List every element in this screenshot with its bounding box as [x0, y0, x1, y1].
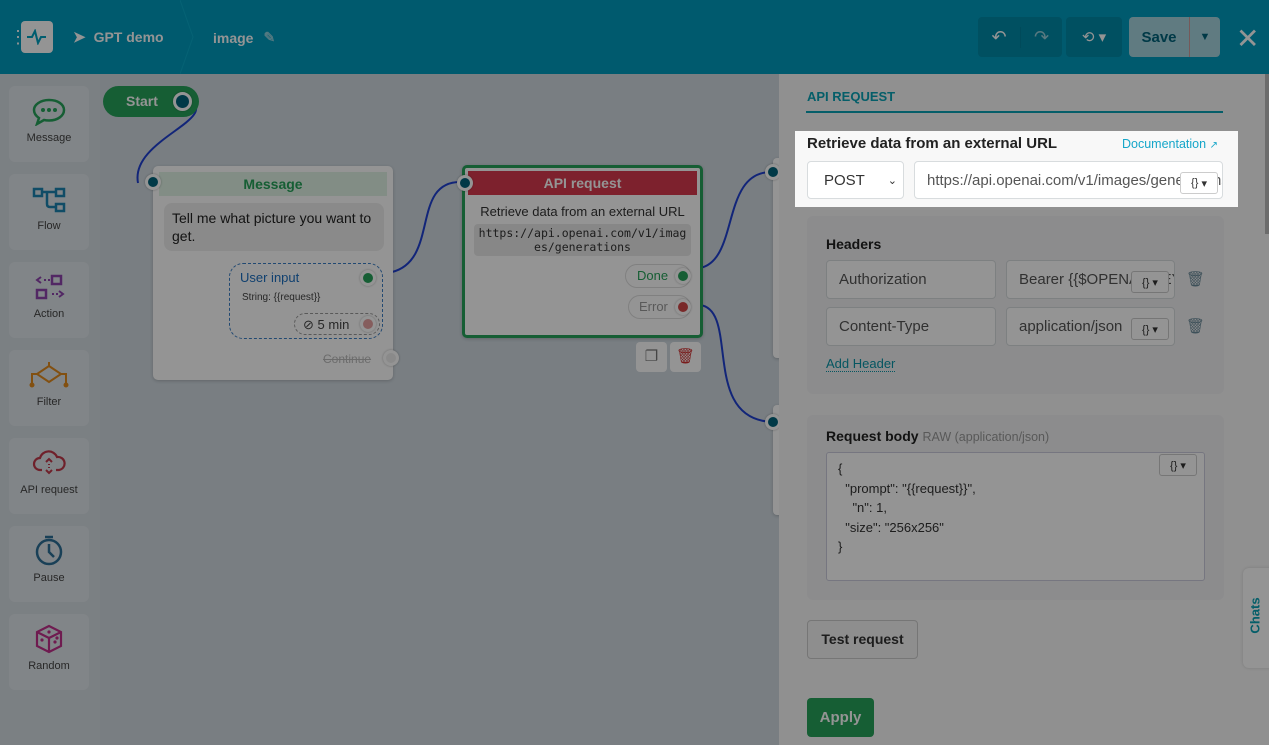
palette-item-action[interactable]: Action	[9, 262, 89, 338]
node-palette: Message Flow Action Filter API request P…	[0, 74, 100, 745]
body-type: RAW (application/json)	[922, 430, 1050, 444]
palette-label: API request	[20, 484, 78, 496]
header-value: application/json	[1019, 318, 1123, 335]
body-variable-button[interactable]: {} ▾	[1159, 454, 1197, 476]
palette-item-pause[interactable]: Pause	[9, 526, 89, 602]
save-dropdown-icon[interactable]: ▼	[1189, 17, 1220, 57]
palette-item-api-request[interactable]: API request	[9, 438, 89, 514]
start-label: Start	[126, 93, 158, 109]
header-key-input[interactable]: Content-Type	[826, 307, 996, 346]
cloud-icon	[32, 450, 66, 475]
panel-heading: Retrieve data from an external URL	[807, 135, 1058, 152]
history-icon: ⟲ ▾	[1081, 29, 1107, 46]
error-port[interactable]	[675, 299, 691, 315]
body-title: Request body	[826, 428, 919, 444]
api-node-description: Retrieve data from an external URL	[480, 204, 685, 219]
delete-node-button[interactable]: 🗑	[670, 342, 701, 372]
header-variable-button[interactable]: {} ▾	[1131, 318, 1169, 340]
timeout-value: 5 min	[317, 317, 350, 332]
braces-icon: {}	[1191, 177, 1199, 189]
continue-label: Continue	[323, 352, 372, 366]
url-variable-button[interactable]: {} ▾	[1180, 172, 1218, 194]
message-node[interactable]: Message Tell me what picture you want to…	[145, 166, 399, 380]
method-value: POST	[824, 171, 865, 189]
start-port[interactable]	[173, 92, 192, 111]
connection-error	[699, 304, 774, 423]
add-header-link[interactable]: Add Header	[826, 356, 896, 372]
palette-item-filter[interactable]: Filter	[9, 350, 89, 426]
section-underline	[806, 111, 1223, 113]
url-input[interactable]: https://api.openai.com/v1/images/generat…	[914, 161, 1223, 199]
save-button-group: Save ▼	[1129, 17, 1220, 57]
redo-icon[interactable]: ↷	[1020, 26, 1062, 48]
dice-icon	[35, 624, 63, 654]
panel-scrollbar[interactable]	[1265, 74, 1269, 234]
user-input-label: User input	[240, 270, 300, 285]
copy-node-button[interactable]: ❐	[636, 342, 667, 372]
user-input-port[interactable]	[360, 270, 376, 286]
header-key-input[interactable]: Authorization	[826, 260, 996, 299]
timeout-port[interactable]	[360, 316, 376, 332]
trash-icon: 🗑	[675, 348, 696, 365]
palette-label: Flow	[37, 220, 61, 232]
apply-button[interactable]: Apply	[807, 698, 874, 737]
chevron-down-icon: ⌄	[887, 174, 897, 187]
header-key: Content-Type	[839, 318, 930, 335]
chats-tab[interactable]: Chats	[1243, 568, 1269, 668]
api-input-port[interactable]	[457, 175, 473, 191]
start-node[interactable]: Start	[103, 86, 199, 117]
request-body-textarea[interactable]: { "prompt": "{{request}}", "n": 1, "size…	[826, 452, 1205, 581]
stopwatch-icon	[35, 535, 63, 566]
palette-label: Filter	[36, 396, 62, 408]
delete-header-icon[interactable]: 🗑	[1186, 270, 1205, 288]
history-button[interactable]: ⟲ ▾	[1066, 17, 1122, 57]
request-body-title: Request body RAW (application/json)	[826, 428, 1049, 444]
header-key: Authorization	[839, 271, 927, 288]
api-node-url: https://api.openai.com/v1/images/generat…	[474, 224, 691, 256]
palette-item-flow[interactable]: Flow	[9, 174, 89, 250]
method-select[interactable]: POST ⌄	[807, 161, 904, 199]
api-node-title: API request	[468, 171, 697, 195]
palette-label: Message	[26, 132, 72, 144]
palette-item-random[interactable]: Random	[9, 614, 89, 690]
documentation-link[interactable]: Documentation ↗	[1122, 137, 1218, 151]
continue-port[interactable]	[383, 350, 399, 366]
panel-section-title: API REQUEST	[807, 89, 896, 104]
done-port[interactable]	[675, 268, 691, 284]
chats-tab-label: Chats	[1247, 597, 1263, 634]
doc-link-text: Documentation	[1122, 137, 1207, 151]
palette-label: Action	[33, 308, 65, 320]
action-icon	[35, 274, 65, 300]
message-node-title: Message	[159, 172, 387, 196]
undo-icon[interactable]: ↶	[978, 27, 1020, 48]
url-value: https://api.openai.com/v1/images/generat…	[927, 171, 1223, 189]
input-type: String: {{request}}	[242, 292, 321, 303]
chat-bubble-icon	[32, 98, 66, 126]
save-button[interactable]: Save	[1129, 17, 1189, 57]
palette-item-message[interactable]: Message	[9, 86, 89, 162]
palette-label: Pause	[33, 572, 65, 584]
headers-title: Headers	[826, 236, 882, 252]
message-text: Tell me what picture you want to get.	[164, 203, 384, 251]
delete-header-icon[interactable]: 🗑	[1186, 317, 1205, 335]
message-input-port[interactable]	[145, 174, 161, 190]
copy-icon: ❐	[644, 348, 659, 365]
header-variable-button[interactable]: {} ▾	[1131, 271, 1169, 293]
connection-done	[699, 170, 774, 269]
close-icon[interactable]: ✕	[1236, 22, 1259, 55]
palette-label: Random	[28, 660, 70, 672]
api-request-node[interactable]: API request Retrieve data from an extern…	[457, 165, 703, 338]
external-link-icon: ↗	[1209, 140, 1218, 151]
undo-redo-group: ↶ ↷	[978, 17, 1062, 57]
user-input-block[interactable]: User input String: {{request}} ⊘ 5 min	[229, 263, 383, 339]
filter-icon	[29, 362, 69, 388]
flow-icon	[32, 187, 66, 213]
test-request-button[interactable]: Test request	[807, 620, 918, 659]
connection-input-api	[391, 180, 463, 273]
timeout-icon: ⊘	[303, 317, 314, 332]
